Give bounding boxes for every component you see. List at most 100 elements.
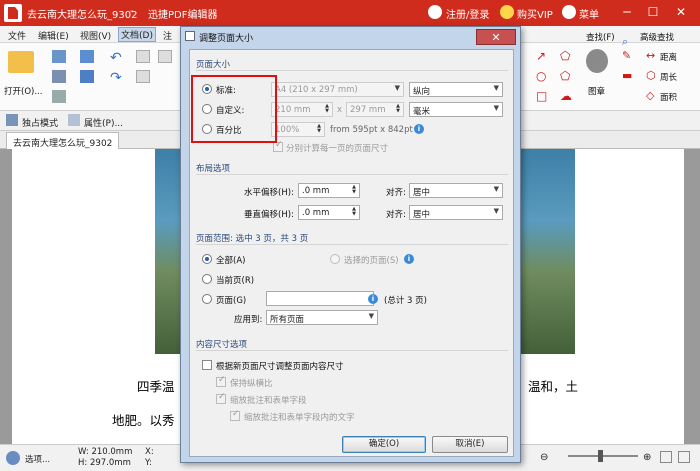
email-icon[interactable] [80,50,94,63]
chevron-down-icon: ▼ [493,84,499,92]
scale-annot-checkbox[interactable] [216,392,226,404]
cancel-button[interactable]: 取消(E) [432,436,508,453]
menu-link[interactable]: 菜单 [579,6,599,21]
zoom-in-icon[interactable]: ⊕ [643,452,651,463]
menu-edit[interactable]: 编辑(E) [38,29,69,42]
login-link[interactable]: 注册/登录 [446,6,489,21]
circle-shape-icon[interactable]: ○ [536,69,550,83]
menu-view[interactable]: 视图(V) [80,29,111,42]
current-page-radio[interactable] [202,274,212,284]
dialog-title: 调整页面大小 [199,34,254,44]
print-icon[interactable] [52,90,66,103]
h-align-select[interactable]: 居中 ▼ [409,183,503,198]
area-button[interactable]: 面积 [660,91,677,103]
arrow-shape-icon[interactable]: ↗ [536,49,550,63]
exclusive-mode-icon[interactable] [6,114,18,126]
new-doc-icon[interactable] [52,50,66,63]
perimeter-button[interactable]: 周长 [660,71,677,83]
unit-select[interactable]: 毫米 ▼ [409,102,503,117]
cursor-x: X: [145,447,154,457]
info-icon[interactable]: i [404,254,414,264]
eraser-icon[interactable]: ✎ [622,49,636,62]
close-icon[interactable]: ✕ [670,3,692,21]
zoom-tool-icon[interactable] [158,50,172,63]
keep-ratio-checkbox[interactable] [216,375,226,387]
cloud-shape-icon[interactable]: ☁ [560,89,574,103]
save-icon[interactable] [52,70,66,83]
scale-annot-text-checkbox[interactable] [230,409,240,421]
properties-button[interactable]: 属性(P)... [84,116,123,129]
v-align-select[interactable]: 居中 ▼ [409,205,503,220]
highlight-icon[interactable]: ▬ [622,69,636,82]
fit-page-icon[interactable] [660,451,672,463]
selected-pages-radio[interactable] [330,254,340,264]
h-offset-label: 水平偏移(H): [244,188,294,198]
current-page-label: 当前页(R) [216,276,255,286]
app-logo-icon [4,4,22,22]
redo-icon[interactable]: ↷ [110,70,124,86]
menu-annotate[interactable]: 注 [163,29,172,42]
dialog-close-button[interactable]: ✕ [476,29,516,45]
v-offset-label: 垂直偏移(H): [244,210,294,220]
polygon-shape-icon[interactable]: ⬠ [560,49,574,63]
vip-icon[interactable] [500,5,514,19]
distance-icon[interactable]: ↔ [646,49,660,62]
menu-icon[interactable] [562,5,576,19]
area-icon[interactable]: ◇ [646,89,660,102]
stamp-button[interactable]: 图章 [588,85,605,97]
select-tool-icon[interactable] [136,70,150,83]
distance-button[interactable]: 距离 [660,51,677,63]
document-tab[interactable]: 去云南大理怎么玩_9302 [6,132,120,149]
width-input[interactable]: 210 mm ▲ ▼ [271,102,333,117]
info-icon[interactable]: i [368,294,378,304]
stamp-icon[interactable] [586,49,608,73]
chevron-down-icon: ▼ [493,185,499,193]
undo-icon[interactable]: ↶ [110,50,124,66]
paper-size-select[interactable]: A4 (210 x 297 mm) ▼ [271,82,404,97]
find-icon[interactable]: ⌕ [622,35,636,48]
all-pages-radio[interactable] [202,254,212,264]
zoom-out-icon[interactable]: ⊖ [540,452,548,463]
advanced-find-button[interactable]: 高级查找 [640,31,674,43]
zoom-slider-thumb[interactable] [598,450,603,462]
spinner-icon: ▲ ▼ [317,123,321,134]
chevron-down-icon: ▼ [368,312,374,320]
options-icon[interactable] [6,451,20,465]
buy-vip-link[interactable]: 购买VIP [517,6,553,21]
fit-width-icon[interactable] [678,451,690,463]
percent-input[interactable]: 100% ▲ ▼ [271,122,325,137]
orientation-select[interactable]: 纵向 ▼ [409,82,503,97]
minimize-icon[interactable]: ─ [616,3,638,21]
menu-document[interactable]: 文档(D) [118,27,156,42]
info-icon[interactable]: i [414,124,424,134]
pages-radio[interactable] [202,294,212,304]
perimeter-icon[interactable]: ⬡ [646,69,660,82]
find-button[interactable]: 查找(F) [586,31,615,43]
selected-pages-label: 选择的页面(S) [344,256,399,266]
separate-size-checkbox[interactable] [273,140,283,152]
height-input[interactable]: 297 mm ▲ ▼ [346,102,404,117]
spinner-icon: ▲ ▼ [325,103,329,114]
ok-button[interactable]: 确定(O) [342,436,426,453]
apply-to-select[interactable]: 所有页面 ▼ [266,310,378,325]
menu-file[interactable]: 文件 [8,29,26,42]
open-button[interactable]: 打开(O)... [4,85,42,97]
maximize-icon[interactable]: ☐ [642,3,664,21]
rectangle-shape-icon[interactable]: □ [536,89,550,103]
user-icon[interactable] [428,5,442,19]
exclusive-mode-button[interactable]: 独占模式 [22,116,58,129]
app-name: 迅捷PDF编辑器 [148,10,218,21]
properties-icon[interactable] [68,114,80,126]
pages-label: 页面(G) [216,296,247,306]
resize-content-checkbox[interactable] [202,360,212,370]
keep-ratio-label: 保持纵横比 [230,379,273,389]
h-offset-input[interactable]: .0 mm ▲ ▼ [298,183,360,198]
hand-tool-icon[interactable] [136,50,150,63]
pages-input[interactable] [266,291,374,306]
zoom-slider[interactable] [568,450,638,462]
options-button[interactable]: 选项... [25,453,50,465]
share-icon[interactable] [80,70,94,83]
v-offset-input[interactable]: .0 mm ▲ ▼ [298,205,360,220]
pentagon-shape-icon[interactable]: ⬠ [560,69,574,83]
open-folder-icon[interactable] [8,51,34,73]
